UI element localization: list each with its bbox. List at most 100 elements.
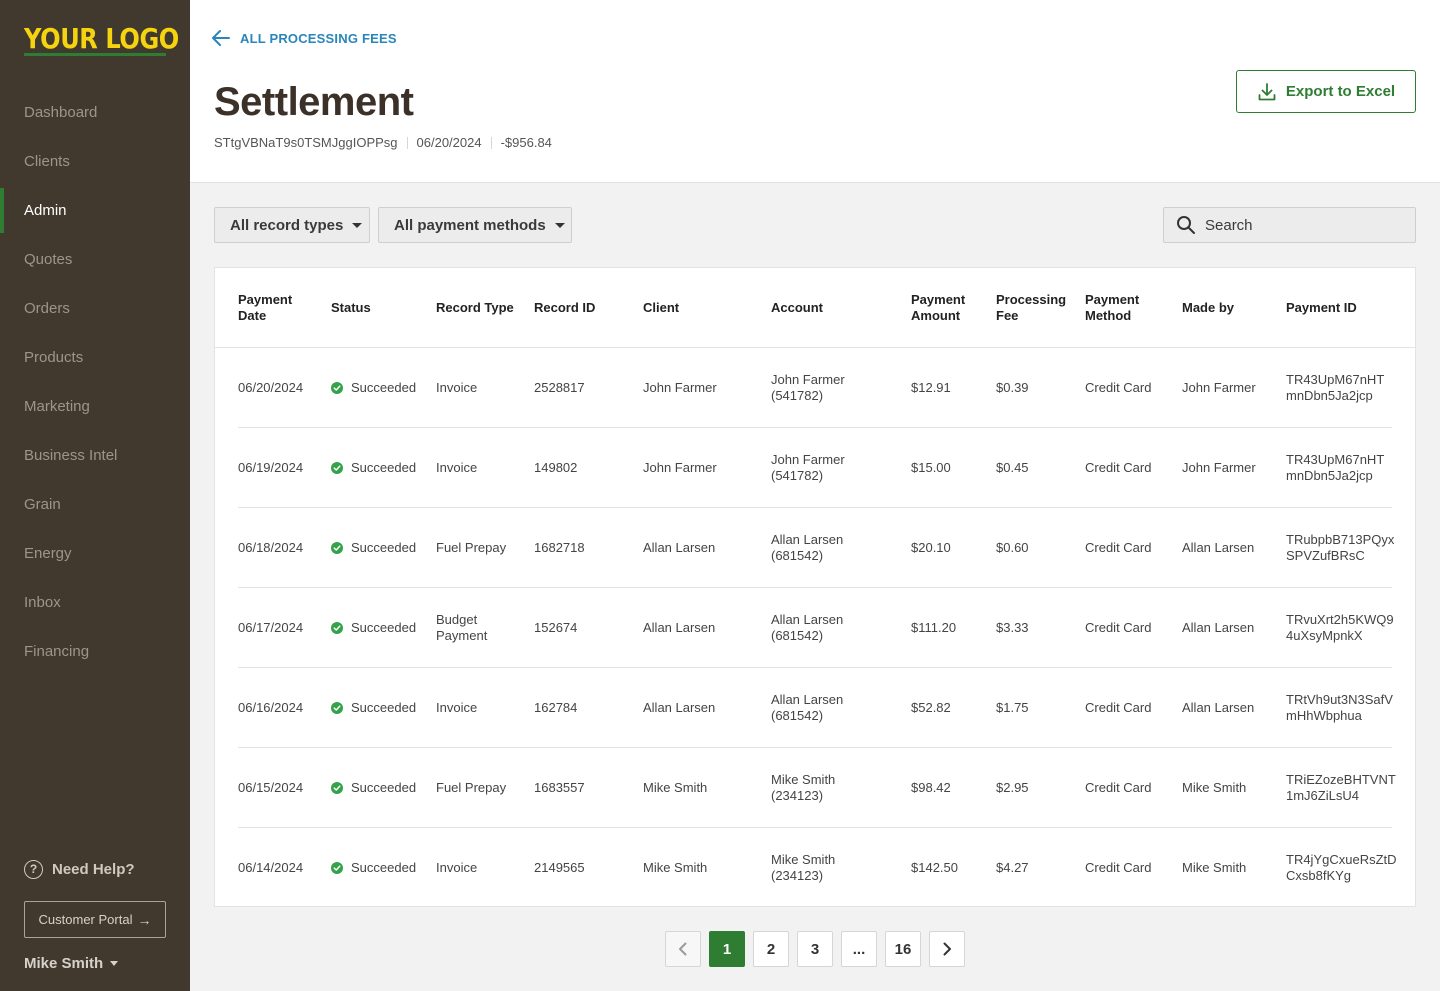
pagination: 1 2 3 ... 16 xyxy=(665,931,973,967)
cell-payment-date: 06/14/2024 xyxy=(238,828,303,908)
cell-made-by: Allan Larsen xyxy=(1182,508,1254,588)
page-3-button[interactable]: 3 xyxy=(797,931,833,967)
search-icon xyxy=(1177,216,1195,234)
column-status[interactable]: Status xyxy=(331,268,371,348)
table-row[interactable]: 06/15/2024 Succeeded Fuel Prepay 1683557 Mik… xyxy=(238,748,1396,828)
help-link[interactable]: ? Need Help? xyxy=(24,860,135,879)
cell-payment-method-text: Credit Card xyxy=(1085,540,1152,555)
cell-payment-method: Credit Card xyxy=(1085,828,1151,908)
cell-account-text: John Farmer (541782) xyxy=(771,372,845,403)
payment-method-filter[interactable]: All payment methods xyxy=(378,207,572,243)
sidebar-item-admin[interactable]: Admin xyxy=(0,186,190,235)
sidebar-item-inbox[interactable]: Inbox xyxy=(0,578,190,627)
table-row[interactable]: 06/20/2024 Succeeded Invoice 2528817 John Fa… xyxy=(238,348,1392,428)
cell-account: Allan Larsen (681542) xyxy=(771,588,843,668)
search-input[interactable] xyxy=(1205,216,1405,234)
sidebar-item-products[interactable]: Products xyxy=(0,333,190,382)
column-processing-fee[interactable]: Processing Fee xyxy=(996,268,1076,348)
sidebar-item-financing[interactable]: Financing xyxy=(0,627,190,676)
page-16-button[interactable]: 16 xyxy=(885,931,921,967)
sidebar-item-orders[interactable]: Orders xyxy=(0,284,190,333)
cell-payment-amount-text: $142.50 xyxy=(911,860,958,875)
column-payment-id[interactable]: Payment ID xyxy=(1286,268,1357,348)
sidebar-item-marketing[interactable]: Marketing xyxy=(0,382,190,431)
cell-processing-fee: $1.75 xyxy=(996,668,1029,748)
help-label: Need Help? xyxy=(52,861,135,878)
cell-payment-id-text: TRubpbB713PQyx SPVZufBRsC xyxy=(1286,532,1395,563)
cell-status: Succeeded xyxy=(331,748,416,828)
cell-record-type-text: Invoice xyxy=(436,860,478,875)
cell-record-id: 149802 xyxy=(534,428,577,508)
next-page-button[interactable] xyxy=(929,931,965,967)
cell-record-id: 2149565 xyxy=(534,828,585,908)
download-icon xyxy=(1258,82,1276,100)
column-record-id[interactable]: Record ID xyxy=(534,268,595,348)
caret-down-icon xyxy=(554,222,565,228)
cell-payment-amount: $20.10 xyxy=(911,508,951,588)
column-payment-method[interactable]: Payment Method xyxy=(1085,268,1155,348)
chevron-right-icon xyxy=(943,942,951,956)
cell-record-id-text: 1682718 xyxy=(534,540,585,555)
cell-record-id: 1682718 xyxy=(534,508,585,588)
sidebar-item-quotes[interactable]: Quotes xyxy=(0,235,190,284)
export-label: Export to Excel xyxy=(1285,83,1396,100)
table-row[interactable]: 06/16/2024 Succeeded Invoice 162784 Allan La… xyxy=(238,668,1393,748)
customer-portal-button[interactable]: Customer Portal → xyxy=(24,901,166,938)
cell-payment-date: 06/17/2024 xyxy=(238,588,303,668)
cell-record-type-text: Budget Payment xyxy=(436,612,488,643)
sidebar-nav: Dashboard Clients Admin Quotes Orders Pr… xyxy=(0,88,190,676)
cell-record-type-text: Fuel Prepay xyxy=(436,780,507,795)
user-menu[interactable]: Mike Smith xyxy=(24,955,119,972)
page-2-button[interactable]: 2 xyxy=(753,931,789,967)
cell-payment-id-text: TR43UpM67nHT mnDbn5Ja2jcp xyxy=(1286,372,1385,403)
table-row[interactable]: 06/19/2024 Succeeded Invoice 149802 John Far… xyxy=(238,428,1392,508)
cell-payment-id-text: TR43UpM67nHT mnDbn5Ja2jcp xyxy=(1286,452,1385,483)
sidebar-item-dashboard[interactable]: Dashboard xyxy=(0,88,190,137)
status-label: Succeeded xyxy=(351,860,417,875)
cell-payment-method: Credit Card xyxy=(1085,748,1151,828)
caret-down-icon xyxy=(352,222,363,228)
prev-page-button[interactable] xyxy=(665,931,701,967)
cell-client-text: Mike Smith xyxy=(643,780,708,795)
cell-payment-amount: $111.20 xyxy=(911,588,956,668)
column-record-type[interactable]: Record Type xyxy=(436,268,514,348)
column-made-by[interactable]: Made by xyxy=(1182,268,1234,348)
record-type-filter[interactable]: All record types xyxy=(214,207,370,243)
cell-client: John Farmer xyxy=(643,348,717,428)
search-box[interactable] xyxy=(1163,207,1416,243)
cell-account-text: John Farmer (541782) xyxy=(771,452,845,483)
column-payment-date[interactable]: Payment Date xyxy=(238,268,318,348)
sidebar-item-clients[interactable]: Clients xyxy=(0,137,190,186)
export-to-excel-button[interactable]: Export to Excel xyxy=(1236,70,1416,113)
table-row[interactable]: 06/14/2024 Succeeded Invoice 2149565 Mike Sm… xyxy=(238,828,1397,908)
sidebar-item-grain[interactable]: Grain xyxy=(0,480,190,529)
cell-client-text: Allan Larsen xyxy=(643,620,716,635)
cell-record-id-text: 2528817 xyxy=(534,380,585,395)
back-link[interactable]: ALL PROCESSING FEES xyxy=(212,30,397,46)
cell-payment-id: TR4jYgCxueRsZtD Cxsb8fKYg xyxy=(1286,828,1397,908)
logo[interactable]: YOUR LOGO xyxy=(24,22,179,55)
check-circle-icon xyxy=(331,622,343,634)
table-row[interactable]: 06/18/2024 Succeeded Fuel Prepay 1682718 All… xyxy=(238,508,1395,588)
cell-payment-date-text: 06/19/2024 xyxy=(238,460,304,475)
user-name: Mike Smith xyxy=(24,955,104,972)
sidebar-item-energy[interactable]: Energy xyxy=(0,529,190,578)
cell-payment-method: Credit Card xyxy=(1085,588,1151,668)
page-1-button[interactable]: 1 xyxy=(709,931,745,967)
cell-status: Succeeded xyxy=(331,428,416,508)
arrow-left-icon xyxy=(212,30,230,46)
column-payment-amount[interactable]: Payment Amount xyxy=(911,268,981,348)
column-client[interactable]: Client xyxy=(643,268,679,348)
cell-payment-amount-text: $15.00 xyxy=(911,460,951,475)
sidebar-item-business-intel[interactable]: Business Intel xyxy=(0,431,190,480)
cell-processing-fee: $0.45 xyxy=(996,428,1029,508)
cell-payment-id-text: TRtVh9ut3N3SafV mHhWbphua xyxy=(1286,692,1393,723)
cell-processing-fee-text: $1.75 xyxy=(996,700,1029,715)
column-account[interactable]: Account xyxy=(771,268,823,348)
table-header: Payment Date Status Record Type Record I… xyxy=(215,268,1415,348)
back-link-label: ALL PROCESSING FEES xyxy=(240,30,397,46)
table-row[interactable]: 06/17/2024 Succeeded Budget Payment 152674 A… xyxy=(238,588,1394,668)
cell-payment-id-text: TRvuXrt2h5KWQ9 4uXsyMpnkX xyxy=(1286,612,1394,643)
cell-payment-id: TR43UpM67nHT mnDbn5Ja2jcp xyxy=(1286,428,1384,508)
cell-status: Succeeded xyxy=(331,828,416,908)
